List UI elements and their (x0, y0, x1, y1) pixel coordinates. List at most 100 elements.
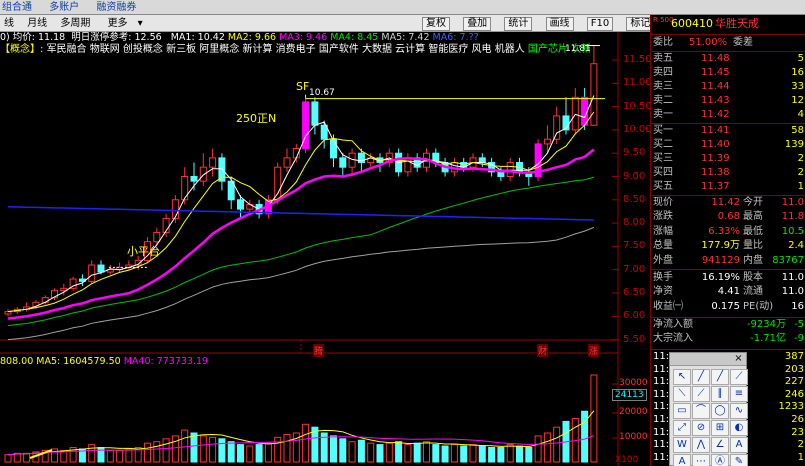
flow-value2: -5 (794, 319, 804, 330)
volume-bar (534, 435, 542, 463)
stat-label: 现价 (653, 197, 673, 208)
sell-level[interactable]: 卖三 11.44 33 (651, 80, 805, 94)
fuquan-button[interactable]: 复权 (422, 17, 450, 31)
volume-bar (283, 433, 291, 463)
buy-level[interactable]: 买一 11.41 58 (651, 124, 805, 138)
draw-tool-18-icon[interactable]: ⋀ (692, 437, 710, 453)
volume-bar (227, 441, 235, 463)
draw-tool-17-icon[interactable]: W (673, 437, 691, 453)
marker-teng[interactable]: 腾 (313, 344, 325, 357)
sell-level[interactable]: 卖五 11.48 5 (651, 52, 805, 66)
flow-row[interactable]: 大宗流入 -1.71亿 -9 (651, 332, 805, 346)
period-line[interactable]: 线 (4, 18, 14, 29)
stat-value: 11.0 (781, 286, 804, 298)
candle-body (590, 63, 598, 126)
sell-level[interactable]: 卖二 11.43 12 (651, 94, 805, 108)
draw-tool-16-icon[interactable]: ◐ (730, 420, 748, 436)
period-more[interactable]: 更多 ▾ (104, 18, 149, 29)
draw-tool-8-icon[interactable]: ≡ (730, 386, 748, 402)
top-toolbar: 组合通 多账户 融资融券 (0, 0, 805, 15)
chevron-down-icon: ▾ (137, 18, 143, 29)
draw-tool-2-icon[interactable]: ╱ (692, 369, 710, 385)
draw-tool-4-icon[interactable]: ⟋ (730, 369, 748, 385)
volume-bar (497, 447, 505, 463)
buy-level[interactable]: 买二 11.40 139 (651, 138, 805, 152)
candle-body (153, 231, 161, 243)
volume-bar (302, 423, 310, 463)
draw-tool-23-icon[interactable]: Ⓐ (711, 454, 729, 466)
draw-tool-12-icon[interactable]: ∿ (730, 403, 748, 419)
buy-level[interactable]: 买四 11.38 2 (651, 166, 805, 180)
draw-tool-7-icon[interactable]: ∥ (711, 386, 729, 402)
level-price: 11.40 (701, 139, 730, 150)
draw-tool-24-icon[interactable]: ✎ (730, 454, 748, 466)
marker-cai[interactable]: 财 (537, 344, 549, 357)
draw-tool-22-icon[interactable]: ⋯ (692, 454, 710, 466)
vol-value: 808.00 (0, 356, 34, 367)
stat-row[interactable]: 现价 11.42 今开 11.0 (651, 196, 805, 210)
candle-body (209, 157, 217, 168)
draw-tool-20-icon[interactable]: A (730, 437, 748, 453)
close-icon[interactable]: × (733, 353, 744, 364)
overlay-button[interactable]: 叠加 (463, 17, 492, 31)
stat-row[interactable]: 净资 4.41 流通 11.0 (651, 285, 805, 299)
draw-tool-10-icon[interactable]: ⌒ (692, 403, 710, 419)
vol-ma40-line (7, 435, 595, 456)
menu-combo[interactable]: 组合通 (0, 2, 32, 13)
draw-tool-6-icon[interactable]: ⟋ (692, 386, 710, 402)
draw-tool-3-icon[interactable]: ╱ (711, 369, 729, 385)
quote-header: R 500 600410 华胜天成 (651, 17, 805, 33)
draw-tool-1-icon[interactable]: ↖ (673, 369, 691, 385)
candle-body (4, 311, 12, 315)
flow-row[interactable]: 净流入额 -9234万 -5 (651, 318, 805, 332)
sell-level[interactable]: 卖一 11.42 4 (651, 108, 805, 122)
stat-row[interactable]: 换手 16.19% 股本 11.0 (651, 271, 805, 285)
volume-bar (553, 426, 561, 463)
level-volume: 58 (791, 125, 804, 136)
period-multi[interactable]: 多周期 (60, 18, 90, 29)
stat-label: 今开 (743, 197, 763, 208)
draw-tool-5-icon[interactable]: ⟍ (673, 386, 691, 402)
price-tick: 7.50 (623, 240, 646, 252)
buy-level[interactable]: 买三 11.39 2 (651, 152, 805, 166)
stat-row[interactable]: 涨幅 6.33% 最低 10.5 (651, 225, 805, 239)
price-tick: 6.50 (623, 287, 646, 298)
period-month[interactable]: 月线 (27, 18, 47, 29)
stat-row[interactable]: 涨跌 0.68 最高 11.8 (651, 210, 805, 224)
draw-tool-11-icon[interactable]: ◯ (711, 403, 729, 419)
drawing-tools-palette[interactable]: × ↖ ╱ ╱ ⟋ ⟍ ⟋ ∥ ≡ ▭ ⌒ ◯ ∿ ⤢ ⊘ ⊞ ◐ W ⋀ ∠ A A ⋯ Ⓐ ✎ (669, 352, 748, 466)
draw-tool-15-icon[interactable]: ⊞ (711, 420, 729, 436)
draw-tool-13-icon[interactable]: ⤢ (673, 420, 691, 436)
volume-bar (543, 432, 551, 463)
draw-tool-19-icon[interactable]: ∠ (711, 437, 729, 453)
period-more-label: 更多 (107, 18, 128, 29)
stat-row[interactable]: 总量 177.9万 量比 2.4 (651, 239, 805, 253)
candle-body (478, 157, 486, 164)
marker-zhang[interactable]: 涨 (588, 344, 600, 357)
candle-body (199, 166, 207, 182)
candle-body (274, 166, 282, 201)
menu-multi-account[interactable]: 多账户 (47, 2, 79, 13)
draw-tool-21-icon[interactable]: A (673, 454, 691, 466)
draw-tool-9-icon[interactable]: ▭ (673, 403, 691, 419)
level-label: 卖四 (653, 67, 673, 78)
menu-margin[interactable]: 融资融券 (94, 2, 136, 13)
buy-level[interactable]: 买五 11.37 1 (651, 180, 805, 194)
level-volume: 33 (791, 81, 804, 92)
level-price: 11.39 (701, 153, 730, 164)
draw-tool-14-icon[interactable]: ⊘ (692, 420, 710, 436)
stat-label: 量比 (743, 240, 763, 252)
level-volume: 16 (791, 67, 804, 78)
level-volume: 12 (791, 95, 804, 106)
stat-row[interactable]: 外盘 941129 内盘 83767 (651, 254, 805, 268)
stats-button[interactable]: 统计 (504, 17, 533, 31)
palette-titlebar[interactable]: × (670, 353, 746, 366)
volume-bar (367, 442, 375, 463)
stat-value: 11.42 (711, 197, 740, 208)
stat-row[interactable]: 收益㈠ 0.175 PE(动) 16 (651, 300, 805, 314)
draw-line-button[interactable]: 画线 (545, 17, 574, 31)
stat-label: 换手 (653, 272, 673, 283)
volume-bar (218, 438, 226, 463)
f10-button[interactable]: F10 (586, 17, 614, 31)
sell-level[interactable]: 卖四 11.45 16 (651, 66, 805, 80)
